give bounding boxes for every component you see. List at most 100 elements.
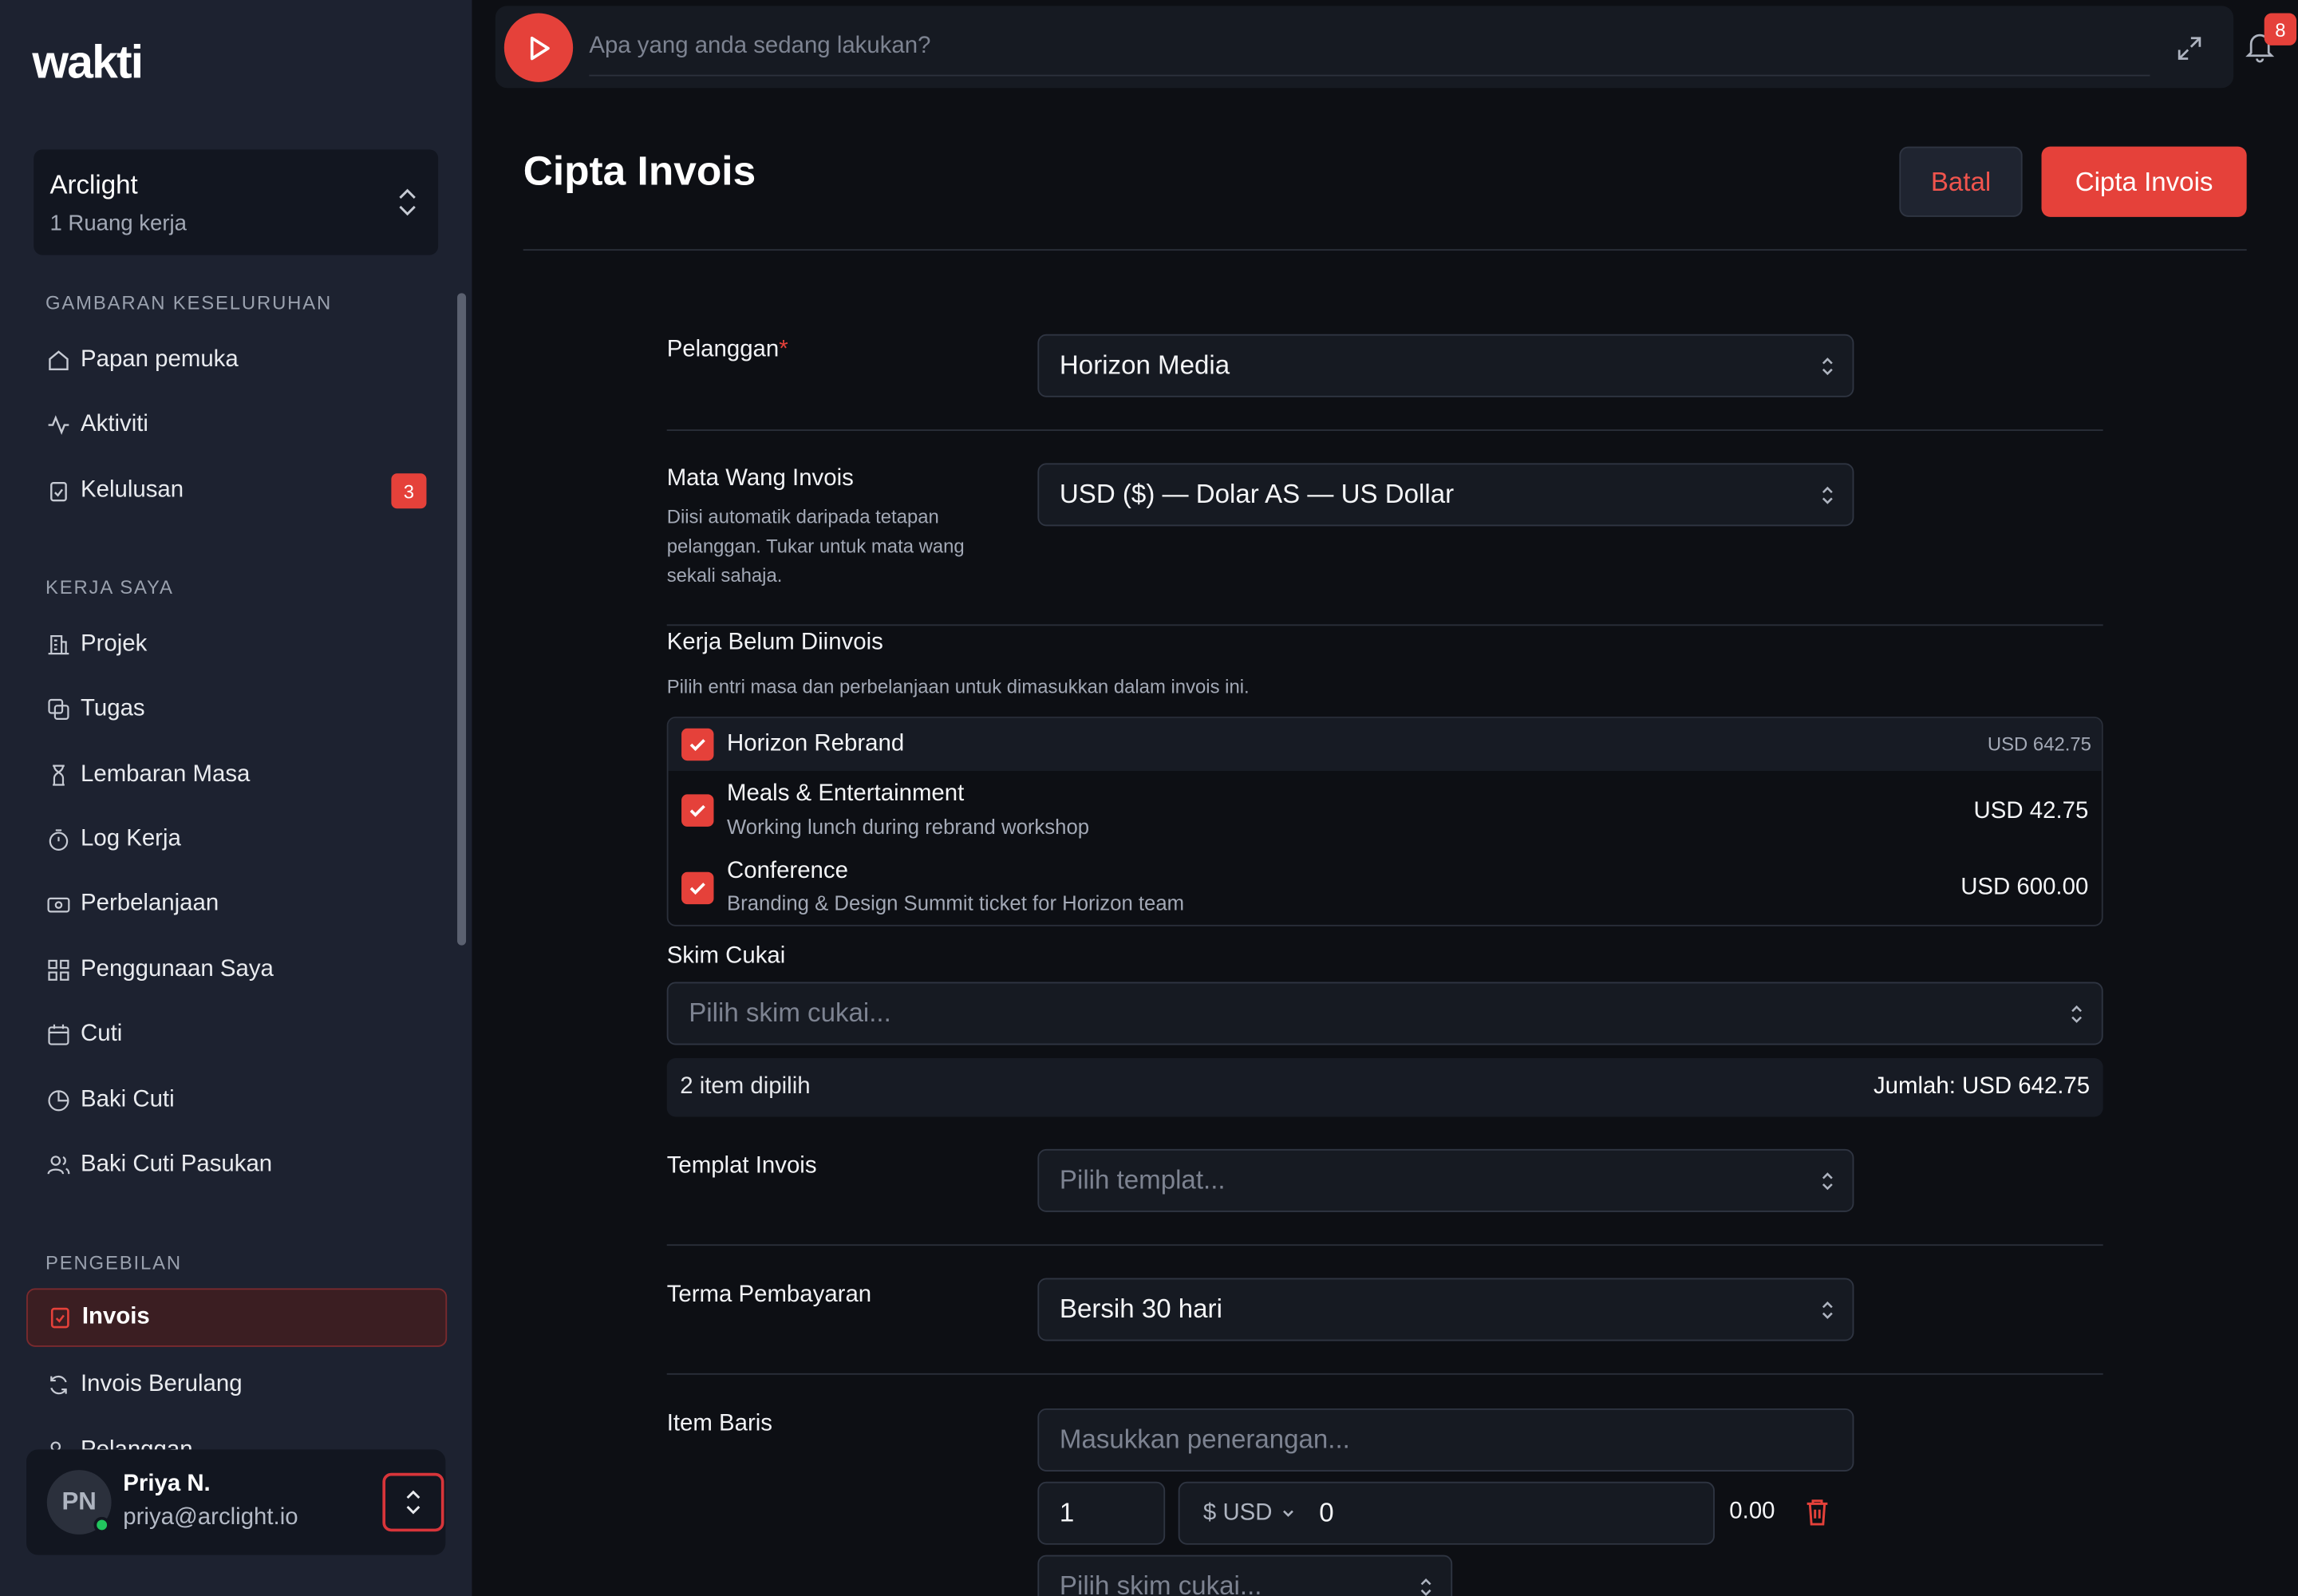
line-item-quantity: 1 — [1059, 1498, 1075, 1527]
line-item-description-input[interactable]: Masukkan penerangan... — [1037, 1408, 1854, 1472]
section-title-overview: GAMBARAN KESELURUHAN — [45, 291, 333, 314]
chevrons-updown-icon — [1822, 1172, 1833, 1191]
sidebar-scrollbar[interactable] — [457, 293, 467, 946]
project-group-checkbox[interactable] — [681, 728, 714, 761]
item-checkbox[interactable] — [681, 871, 714, 905]
tax-scheme-label: Skim Cukai — [666, 943, 786, 969]
tax-scheme-select[interactable]: Pilih skim cukai... — [666, 982, 2103, 1045]
workspace-switcher[interactable]: Arclight 1 Ruang kerja — [34, 149, 439, 255]
expand-icon[interactable] — [2176, 35, 2202, 61]
pie-chart-icon — [45, 1088, 72, 1114]
sidebar-item-label: Baki Cuti — [81, 1087, 175, 1112]
sidebar-item-tasks[interactable]: Tugas — [26, 680, 447, 738]
users-icon — [45, 1152, 72, 1179]
item-checkbox[interactable] — [681, 794, 714, 827]
project-group-title: Horizon Rebrand — [727, 731, 905, 757]
selection-summary: 2 item dipilih Jumlah: USD 642.75 — [666, 1058, 2103, 1117]
currency-select[interactable]: USD ($) — Dolar AS — US Dollar — [1037, 463, 1854, 527]
payment-terms-select[interactable]: Bersih 30 hari — [1037, 1278, 1854, 1341]
chevrons-updown-icon — [399, 188, 416, 216]
sidebar-item-activity[interactable]: Aktiviti — [26, 396, 447, 454]
section-title-billing: PENGEBILAN — [45, 1251, 182, 1274]
header-divider — [523, 249, 2247, 251]
approvals-count-badge: 3 — [391, 473, 427, 509]
activity-icon — [45, 412, 72, 438]
grid-icon — [45, 957, 72, 983]
sidebar-item-projects[interactable]: Projek — [26, 615, 447, 674]
chevron-down-icon — [1283, 1509, 1294, 1516]
invoice-icon — [47, 1305, 73, 1331]
building-icon — [45, 632, 72, 658]
line-item-tax-select[interactable]: Pilih skim cukai... — [1037, 1555, 1453, 1596]
sidebar-item-my-usage[interactable]: Penggunaan Saya — [26, 941, 447, 999]
payment-terms-value: Bersih 30 hari — [1059, 1294, 1222, 1324]
item-amount: USD 600.00 — [1960, 875, 2089, 900]
sidebar-item-label: Log Kerja — [81, 826, 181, 852]
user-email: priya@arclight.io — [123, 1505, 298, 1531]
start-timer-button[interactable] — [503, 13, 574, 82]
sidebar-item-leave-balance[interactable]: Baki Cuti — [26, 1072, 447, 1130]
app-logo[interactable]: wakti — [32, 35, 144, 89]
home-icon — [45, 347, 72, 373]
customer-select[interactable]: Horizon Media — [1037, 334, 1854, 397]
template-select[interactable]: Pilih templat... — [1037, 1148, 1854, 1212]
sidebar-item-recurring-invoices[interactable]: Invois Berulang — [26, 1356, 447, 1414]
section-title-mywork: KERJA SAYA — [45, 575, 174, 598]
chevrons-updown-icon — [1420, 1578, 1431, 1596]
unbilled-work-help: Pilih entri masa dan perbelanjaan untuk … — [666, 675, 1250, 698]
sidebar-item-label: Tugas — [81, 696, 145, 721]
sidebar-item-label: Papan pemuka — [81, 347, 239, 373]
template-placeholder: Pilih templat... — [1059, 1165, 1226, 1195]
currency-label: Mata Wang Invois — [666, 466, 854, 492]
clipboard-check-icon — [45, 478, 72, 504]
item-amount: USD 42.75 — [1973, 798, 2089, 824]
line-item-quantity-input[interactable]: 1 — [1037, 1481, 1166, 1545]
sidebar-item-label: Perbelanjaan — [81, 891, 219, 916]
line-item-tax-placeholder: Pilih skim cukai... — [1059, 1570, 1262, 1596]
sidebar-item-expenses[interactable]: Perbelanjaan — [26, 875, 447, 933]
project-group-amount: USD 642.75 — [1987, 733, 2091, 755]
sidebar: wakti Arclight 1 Ruang kerja GAMBARAN KE… — [0, 0, 472, 1596]
sidebar-item-dashboard[interactable]: Papan pemuka — [26, 331, 447, 389]
chevrons-updown-icon — [406, 1490, 421, 1515]
customer-label: Pelanggan* — [667, 337, 788, 363]
line-item-price-input[interactable]: $ USD 0 — [1178, 1481, 1715, 1545]
sidebar-item-label: Aktiviti — [81, 412, 148, 437]
sidebar-item-invoices[interactable]: Invois — [26, 1288, 448, 1347]
hourglass-icon — [45, 762, 72, 788]
chevrons-updown-icon — [1822, 486, 1833, 504]
sidebar-item-label: Invois — [81, 1304, 150, 1329]
create-invoice-button[interactable]: Cipta Invois — [2041, 146, 2247, 217]
sidebar-item-team-leave-balance[interactable]: Baki Cuti Pasukan — [26, 1136, 447, 1194]
user-menu[interactable]: PN Priya N. priya@arclight.io — [26, 1449, 446, 1555]
item-title: Conference — [727, 859, 848, 884]
check-icon — [689, 804, 705, 817]
currency-select-value: USD ($) — Dolar AS — US Dollar — [1059, 479, 1455, 509]
tax-scheme-placeholder: Pilih skim cukai... — [689, 998, 891, 1028]
banknote-icon — [45, 891, 72, 918]
sidebar-item-approvals[interactable]: Kelulusan 3 — [26, 462, 447, 520]
project-group-row[interactable]: Horizon Rebrand USD 642.75 — [668, 717, 2102, 772]
calendar-icon — [45, 1021, 72, 1048]
line-item-currency-select[interactable]: $ USD — [1203, 1500, 1273, 1527]
sidebar-item-leave[interactable]: Cuti — [26, 1005, 447, 1064]
item-description: Working lunch during rebrand workshop — [727, 815, 1090, 839]
cancel-button[interactable]: Batal — [1899, 146, 2023, 217]
play-icon — [529, 35, 549, 60]
activity-input[interactable]: Apa yang anda sedang lakukan? — [589, 26, 2150, 77]
selected-count: 2 item dipilih — [680, 1074, 811, 1100]
sidebar-item-label: Projek — [81, 631, 148, 657]
trash-icon[interactable] — [1804, 1498, 1830, 1527]
sidebar-item-worklog[interactable]: Log Kerja — [26, 811, 447, 869]
user-menu-toggle-button[interactable] — [382, 1472, 444, 1532]
line-item-total: 0.00 — [1729, 1499, 1775, 1525]
item-description: Branding & Design Summit ticket for Hori… — [727, 891, 1185, 915]
workspace-count: 1 Ruang kerja — [49, 211, 188, 236]
check-icon — [689, 883, 705, 895]
chevrons-updown-icon — [2071, 1005, 2083, 1023]
sidebar-item-label: Invois Berulang — [81, 1372, 243, 1397]
customer-select-value: Horizon Media — [1059, 350, 1230, 380]
copy-icon — [45, 696, 72, 722]
page-title: Cipta Invois — [523, 148, 756, 194]
sidebar-item-timesheets[interactable]: Lembaran Masa — [26, 746, 447, 804]
